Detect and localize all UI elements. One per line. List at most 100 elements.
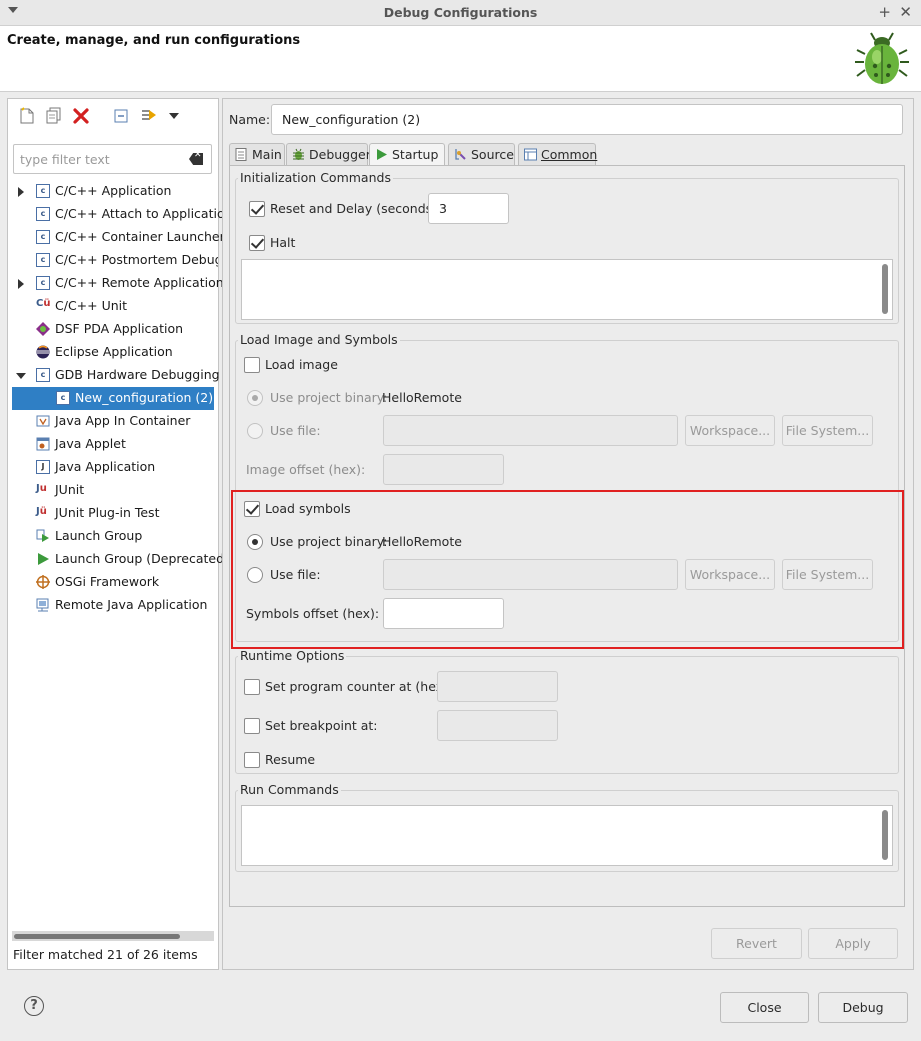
- close-window-icon[interactable]: ✕: [899, 3, 912, 21]
- pin-icon[interactable]: +: [878, 3, 891, 21]
- name-field[interactable]: New_configuration (2): [271, 104, 903, 135]
- expand-arrow-icon[interactable]: [18, 279, 24, 289]
- c-app-icon: c: [36, 230, 50, 244]
- c-app-icon: c: [36, 253, 50, 267]
- delete-configuration-icon[interactable]: [72, 107, 90, 125]
- debug-button[interactable]: Debug: [818, 992, 908, 1023]
- junit-icon: Ju: [36, 483, 47, 494]
- tree-item-label: C/C++ Application: [55, 183, 172, 198]
- tab-label: Main: [252, 147, 282, 162]
- tab-debugger[interactable]: Debugger: [286, 143, 371, 165]
- tab-source[interactable]: Source: [448, 143, 515, 165]
- set-pc-field[interactable]: [437, 671, 558, 702]
- image-project-binary-value: HelloRemote: [382, 390, 462, 405]
- tree-item-label: Java App In Container: [55, 413, 191, 428]
- name-value: New_configuration (2): [282, 112, 421, 127]
- configuration-list-panel: c C/C++ Application c C/C++ Attach to Ap…: [7, 98, 233, 970]
- image-filesystem-button[interactable]: File System...: [782, 415, 873, 446]
- set-breakpoint-field[interactable]: [437, 710, 558, 741]
- set-pc-checkbox[interactable]: [244, 679, 260, 695]
- filter-input[interactable]: [20, 150, 180, 168]
- load-image-checkbox[interactable]: [244, 357, 260, 373]
- tree-item-dsf-pda[interactable]: DSF PDA Application: [8, 318, 218, 341]
- set-breakpoint-label: Set breakpoint at:: [265, 718, 378, 733]
- textarea-scrollbar[interactable]: [882, 810, 888, 860]
- tree-item-cpp-container[interactable]: c C/C++ Container Launcher: [8, 226, 225, 249]
- collapse-all-icon[interactable]: [112, 107, 130, 125]
- tree-item-label: C/C++ Attach to Application: [55, 206, 233, 221]
- tree-item-osgi-framework[interactable]: OSGi Framework: [8, 571, 218, 594]
- tree-item-gdb-hardware-debugging[interactable]: c GDB Hardware Debugging: [8, 364, 220, 387]
- launch-group-icon: [36, 529, 49, 542]
- tree-item-java-app-container[interactable]: Java App In Container: [8, 410, 218, 433]
- image-offset-field[interactable]: [383, 454, 504, 485]
- duplicate-configuration-icon[interactable]: [45, 107, 63, 125]
- new-configuration-icon[interactable]: [18, 107, 36, 125]
- group-title: Runtime Options: [238, 648, 347, 663]
- tree-item-cpp-remote[interactable]: c C/C++ Remote Application: [8, 272, 224, 295]
- init-commands-textarea[interactable]: [241, 259, 893, 320]
- tab-label: Startup: [392, 147, 439, 162]
- tree-item-label: Remote Java Application: [55, 597, 208, 612]
- java-container-icon: [36, 415, 50, 427]
- tree-item-label: Java Applet: [55, 436, 126, 451]
- help-icon[interactable]: ?: [24, 996, 44, 1016]
- halt-checkbox[interactable]: [249, 235, 265, 251]
- image-use-project-binary-radio[interactable]: [247, 390, 263, 406]
- tree-item-remote-java-application[interactable]: Remote Java Application: [8, 594, 218, 617]
- image-use-file-label: Use file:: [270, 423, 321, 438]
- textarea-scrollbar[interactable]: [882, 264, 888, 314]
- image-use-file-radio[interactable]: [247, 423, 263, 439]
- run-arrow-icon: [377, 149, 387, 160]
- run-commands-textarea[interactable]: [241, 805, 893, 866]
- tree-item-junit[interactable]: Ju JUnit: [8, 479, 218, 502]
- header-title: Create, manage, and run configurations: [7, 33, 301, 48]
- tree-item-cpp-application[interactable]: c C/C++ Application: [8, 180, 218, 203]
- tab-common[interactable]: Common: [518, 143, 597, 165]
- runtime-options-group: Runtime Options Set program counter at (…: [235, 648, 899, 774]
- remote-java-icon: [36, 598, 49, 612]
- common-icon: [524, 148, 537, 161]
- clear-filter-icon[interactable]: [189, 153, 203, 165]
- close-button[interactable]: Close: [720, 992, 809, 1023]
- tab-startup[interactable]: Startup: [369, 143, 445, 166]
- tree-item-cpp-attach[interactable]: c C/C++ Attach to Application: [8, 203, 233, 226]
- tree-item-java-applet[interactable]: Java Applet: [8, 433, 218, 456]
- set-breakpoint-checkbox[interactable]: [244, 718, 260, 734]
- tree-item-launch-group-deprecated[interactable]: Launch Group (Deprecated): [8, 548, 229, 571]
- expand-arrow-icon[interactable]: [18, 187, 24, 197]
- image-workspace-button[interactable]: Workspace...: [685, 415, 775, 446]
- eclipse-icon: [36, 345, 50, 359]
- pda-icon: [36, 322, 50, 336]
- filter-configurations-icon[interactable]: [140, 107, 158, 125]
- tree-item-java-application[interactable]: J Java Application: [8, 456, 218, 479]
- window-title: Debug Configurations: [383, 5, 538, 20]
- resume-checkbox[interactable]: [244, 752, 260, 768]
- collapse-arrow-icon[interactable]: [16, 373, 26, 379]
- tree-horizontal-scrollbar[interactable]: [12, 931, 214, 941]
- tree-item-eclipse-application[interactable]: Eclipse Application: [8, 341, 218, 364]
- load-image-label: Load image: [265, 357, 338, 372]
- c-app-icon: c: [56, 391, 70, 405]
- tree-item-cpp-unit[interactable]: Cü C/C++ Unit: [8, 295, 218, 318]
- apply-button[interactable]: Apply: [808, 928, 898, 959]
- delay-field[interactable]: 3: [428, 193, 509, 224]
- image-file-field[interactable]: [383, 415, 678, 446]
- tree-item-launch-group[interactable]: Launch Group: [8, 525, 218, 548]
- debug-bug-logo-icon: [855, 32, 909, 84]
- tab-main[interactable]: Main: [229, 143, 285, 165]
- reset-delay-checkbox[interactable]: [249, 201, 265, 217]
- halt-label: Halt: [270, 235, 296, 250]
- initialization-commands-group: Initialization Commands Reset and Delay …: [235, 170, 899, 324]
- revert-button[interactable]: Revert: [711, 928, 802, 959]
- tree-item-junit-plugin-test[interactable]: Jü JUnit Plug-in Test: [8, 502, 218, 525]
- java-application-icon: J: [36, 460, 50, 474]
- tree-item-cpp-postmortem[interactable]: c C/C++ Postmortem Debugger: [8, 249, 218, 272]
- group-title: Run Commands: [238, 782, 341, 797]
- filter-field[interactable]: [13, 144, 212, 174]
- set-pc-label: Set program counter at (hex):: [265, 679, 453, 694]
- run-commands-group: Run Commands: [235, 782, 899, 872]
- tree-item-label: Launch Group (Deprecated): [55, 551, 229, 566]
- filter-dropdown-icon[interactable]: [169, 113, 179, 119]
- tree-item-new-configuration[interactable]: c New_configuration (2): [12, 387, 214, 410]
